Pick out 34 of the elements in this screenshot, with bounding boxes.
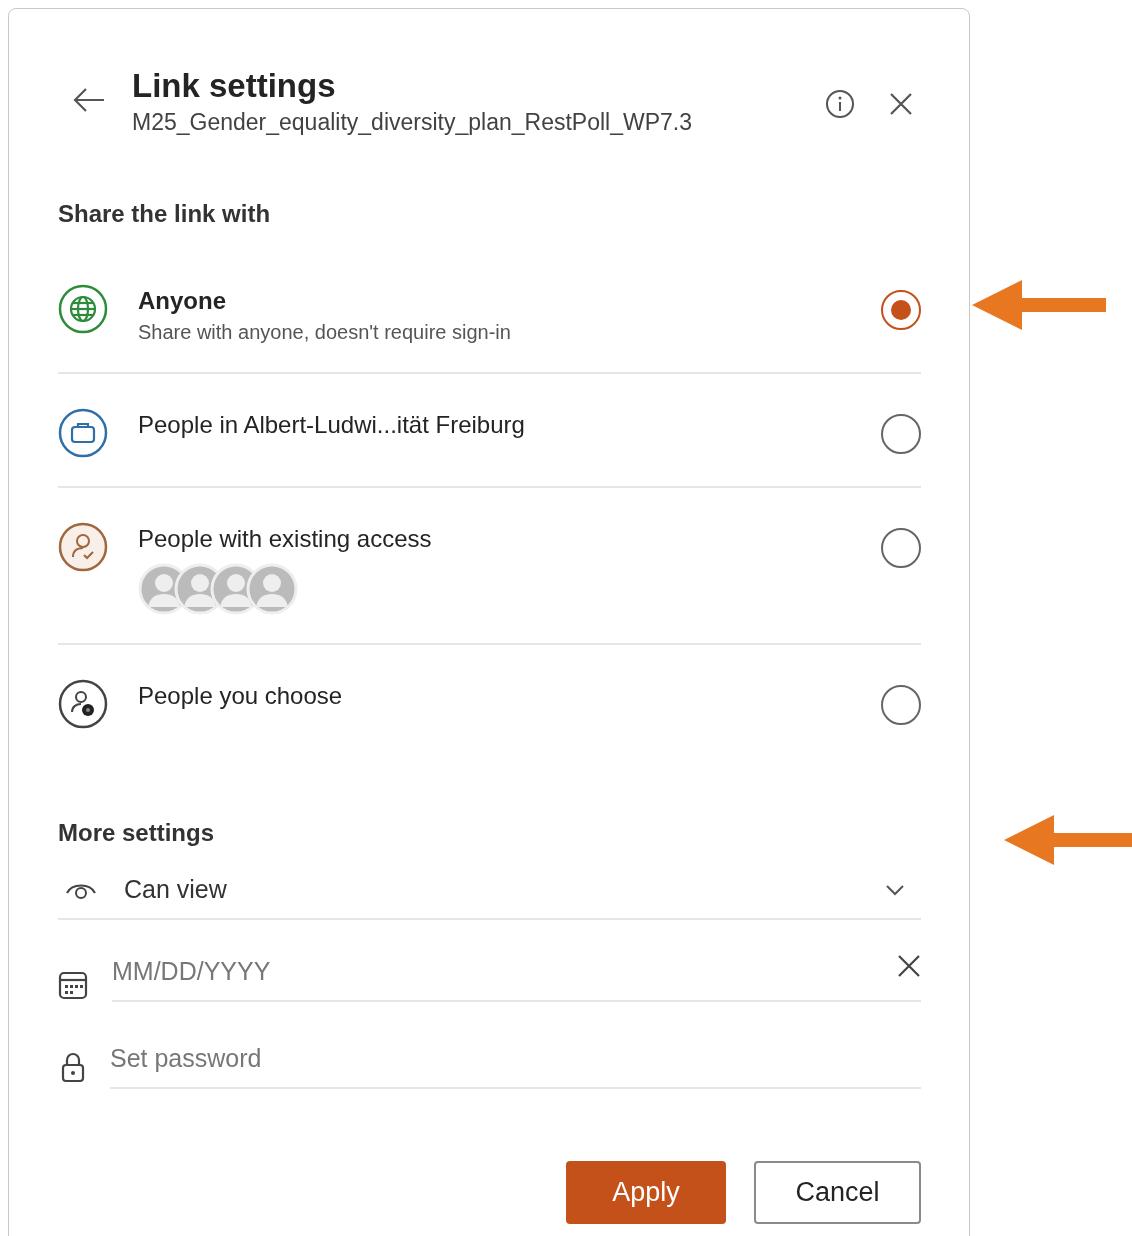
- person-add-icon: [58, 679, 108, 729]
- permission-dropdown[interactable]: Can view: [58, 865, 921, 920]
- apply-button[interactable]: Apply: [566, 1161, 726, 1224]
- option-title: Anyone: [138, 287, 227, 315]
- chevron-down-icon: [885, 883, 905, 896]
- globe-icon: [58, 284, 108, 334]
- option-title: People in Albert-Ludwi...ität Freiburg: [138, 411, 526, 439]
- date-field[interactable]: MM/DD/YYYY: [112, 956, 897, 986]
- share-option[interactable]: Anyone Share with anyone, doesn't require sign-in: [58, 254, 921, 374]
- briefcase-icon: [58, 408, 108, 458]
- arrow-icon: [1004, 815, 1132, 865]
- share-option[interactable]: People with existing access: [58, 488, 921, 645]
- file-name: M25_Gender_equality_diversity_plan_RestPoll_WP7.3: [132, 109, 693, 136]
- clear-button[interactable]: [897, 954, 921, 978]
- option-title: People you choose: [138, 682, 344, 710]
- share-option[interactable]: People you choose: [58, 645, 921, 757]
- option-title: People with existing access: [138, 525, 433, 553]
- person-check-icon: [58, 522, 108, 572]
- radio-button[interactable]: [881, 414, 921, 454]
- radio-button[interactable]: [881, 685, 921, 725]
- option-description: Share with anyone, doesn't require sign-in: [138, 321, 512, 344]
- share-option[interactable]: People in Albert-Ludwi...ität Freiburg: [58, 374, 921, 488]
- calendar-icon: [58, 970, 88, 1000]
- info-icon[interactable]: [825, 89, 855, 119]
- dialog-title: Link settings: [132, 67, 337, 105]
- section-heading: More settings: [58, 819, 216, 847]
- radio-button[interactable]: [881, 528, 921, 568]
- back-button[interactable]: [72, 87, 106, 113]
- section-heading: Share the link with: [58, 200, 272, 228]
- password-field[interactable]: Set password: [110, 1044, 921, 1073]
- lock-icon: [60, 1050, 86, 1083]
- arrow-icon: [972, 280, 1106, 330]
- radio-button[interactable]: [881, 290, 921, 330]
- cancel-button[interactable]: Cancel: [754, 1161, 921, 1224]
